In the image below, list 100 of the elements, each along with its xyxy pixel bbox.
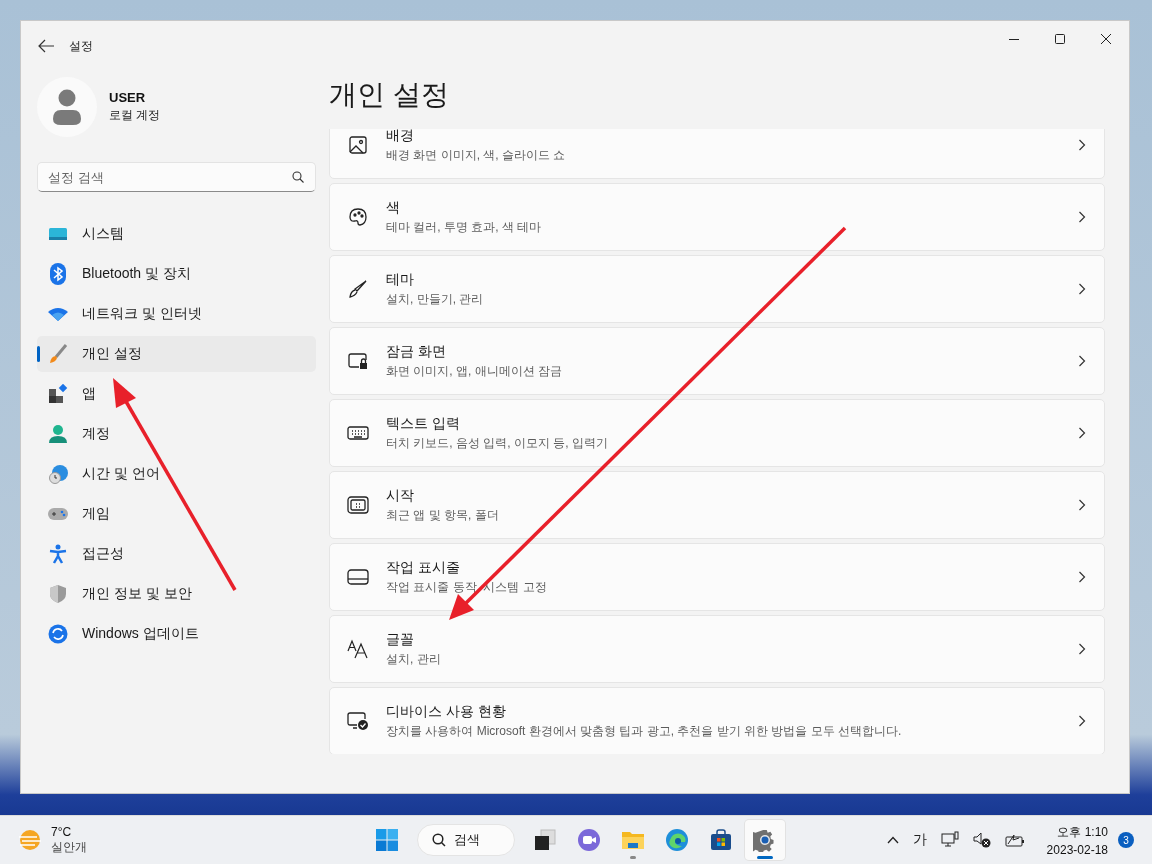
chat-camera-icon [577, 828, 601, 852]
sidebar-item[interactable]: 개인 정보 및 보안 [37, 576, 316, 612]
card-title: 색 [386, 198, 401, 217]
user-name: USER [109, 90, 147, 105]
settings-card[interactable]: 테마 설치, 만들기, 관리 [329, 255, 1105, 323]
store-bag-icon [709, 828, 733, 852]
chevron-icon [1078, 571, 1086, 583]
apps-icon [48, 384, 68, 404]
search-icon [292, 171, 304, 183]
chevron-icon [1078, 499, 1086, 511]
back-button[interactable] [37, 38, 55, 54]
taskbar-icon [347, 569, 369, 585]
close-icon [1101, 34, 1111, 44]
sidebar-item[interactable]: 접근성 [37, 536, 316, 572]
search-field[interactable]: 설정 검색 [37, 162, 316, 192]
shield-icon [49, 584, 67, 604]
input-method-indicator[interactable]: 가 [912, 831, 927, 849]
card-title: 배경 [386, 129, 415, 145]
card-title: 시작 [386, 486, 415, 505]
sidebar-item[interactable]: 네트워크 및 인터넷 [37, 296, 316, 332]
card-title: 글꼴 [386, 630, 415, 649]
sidebar-label: 게임 [82, 505, 110, 523]
card-description: 배경 화면 이미지, 색, 슬라이드 쇼 [386, 146, 567, 164]
sidebar-label: 시간 및 언어 [82, 465, 160, 483]
chevron-icon [1078, 139, 1086, 151]
card-title: 잠금 화면 [386, 342, 447, 361]
person-icon [48, 424, 68, 444]
start-menu-icon [347, 496, 369, 514]
chevron-icon [1078, 715, 1086, 727]
chevron-icon [1078, 643, 1086, 655]
card-title: 텍스트 입력 [386, 414, 461, 433]
chevron-icon [1078, 427, 1086, 439]
temperature: 7°C [51, 824, 73, 839]
font-letters-icon [347, 639, 369, 659]
sidebar-item[interactable]: 개인 설정 [37, 336, 316, 372]
bluetooth-icon [50, 263, 66, 285]
sidebar-label: Bluetooth 및 장치 [82, 265, 191, 283]
card-title: 작업 표시줄 [386, 558, 461, 577]
sidebar-label: 앱 [82, 385, 96, 403]
card-description: 최근 앱 및 항목, 폴더 [386, 506, 500, 524]
muted-speaker-icon[interactable] [972, 832, 991, 848]
sidebar-item[interactable]: 계정 [37, 416, 316, 452]
settings-card[interactable]: 잠금 화면 화면 이미지, 앱, 애니메이션 잠금 [329, 327, 1105, 395]
device-check-icon [347, 711, 369, 731]
sidebar-label: 개인 정보 및 보안 [82, 585, 192, 603]
maximize-icon [1055, 34, 1065, 44]
account-type: 로컬 계정 [109, 107, 161, 124]
card-description: 장치를 사용하여 Microsoft 환경에서 맞춤형 팁과 광고, 추천을 받기 위한 방법을 모두 선택합니다. [386, 722, 903, 740]
gamepad-icon [47, 507, 69, 521]
notification-badge[interactable]: 3 [1118, 832, 1134, 848]
back-arrow-icon [37, 38, 55, 54]
picture-icon [348, 135, 368, 155]
battery-icon[interactable] [1004, 832, 1025, 848]
person-silhouette-icon [53, 89, 81, 125]
sidebar-item[interactable]: 게임 [37, 496, 316, 532]
chevron-icon [1078, 355, 1086, 367]
chevron-icon [1078, 283, 1086, 295]
sidebar-label: Windows 업데이트 [82, 625, 199, 643]
settings-card[interactable]: 색 테마 컬러, 투명 효과, 색 테마 [329, 183, 1105, 251]
sidebar-item[interactable]: 시스템 [37, 216, 316, 252]
sidebar-item[interactable]: 앱 [37, 376, 316, 412]
settings-card[interactable]: 시작 최근 앱 및 항목, 폴더 [329, 471, 1105, 539]
palette-icon [348, 207, 368, 227]
folder-icon [621, 829, 645, 851]
settings-card[interactable]: 디바이스 사용 현황 장치를 사용하여 Microsoft 환경에서 맞춤형 팁과 광고, 추천을 받기 위한 방법을 모두 선택합니다. [329, 687, 1105, 754]
sidebar-label: 시스템 [82, 225, 124, 243]
settings-card[interactable]: 텍스트 입력 터치 키보드, 음성 입력, 이모지 등, 입력기 [329, 399, 1105, 467]
network-icon[interactable] [940, 831, 959, 849]
sidebar-item[interactable]: Bluetooth 및 장치 [37, 256, 316, 292]
brush-icon [348, 279, 368, 299]
keyboard-icon [347, 425, 369, 441]
settings-card[interactable]: 글꼴 설치, 관리 [329, 615, 1105, 683]
sidebar-label: 네트워크 및 인터넷 [82, 305, 202, 323]
sidebar-label: 접근성 [82, 545, 124, 563]
sun-haze-icon [18, 829, 42, 851]
clock[interactable]: 오후 1:10 2023-02-18 [1046, 823, 1108, 857]
lock-screen-icon [348, 352, 368, 370]
accessibility-icon [49, 544, 67, 564]
sidebar-label: 계정 [82, 425, 110, 443]
globe-clock-icon [48, 464, 68, 484]
card-description: 작업 표시줄 동작, 시스템 고정 [386, 578, 548, 596]
settings-card[interactable]: 배경 배경 화면 이미지, 색, 슬라이드 쇼 [329, 129, 1105, 179]
weather-condition: 실안개 [51, 838, 87, 856]
task-view-icon [534, 829, 556, 851]
sidebar-item[interactable]: 시간 및 언어 [37, 456, 316, 492]
window-title: 설정 [69, 37, 94, 55]
chevron-up-icon[interactable] [886, 836, 899, 844]
card-description: 터치 키보드, 음성 입력, 이모지 등, 입력기 [386, 434, 609, 452]
chevron-icon [1078, 211, 1086, 223]
gear-icon [753, 828, 777, 852]
monitor-icon [48, 226, 68, 242]
card-title: 디바이스 사용 현황 [386, 702, 507, 721]
card-description: 설치, 관리 [386, 650, 442, 668]
settings-card[interactable]: 작업 표시줄 작업 표시줄 동작, 시스템 고정 [329, 543, 1105, 611]
sidebar-item[interactable]: Windows 업데이트 [37, 616, 316, 652]
windows-logo [376, 829, 398, 851]
card-description: 화면 이미지, 앱, 애니메이션 잠금 [386, 362, 563, 380]
taskbar-search[interactable]: 검색 [417, 824, 515, 856]
sidebar-label: 개인 설정 [82, 345, 142, 363]
edge-browser-icon [665, 828, 689, 852]
